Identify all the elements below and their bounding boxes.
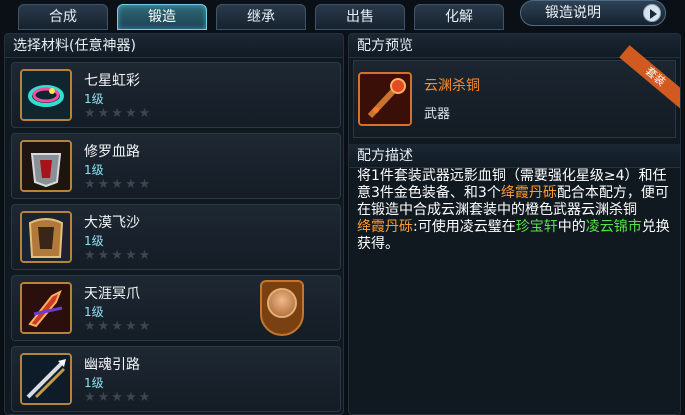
material-item[interactable]: 七星虹彩 1级 ★★★★★ xyxy=(11,62,341,128)
tab-synthesis[interactable]: 合成 xyxy=(18,4,108,30)
material-level: 1级 xyxy=(84,305,104,319)
material-name: 修罗血路 xyxy=(84,144,140,160)
recipe-desc-title: 配方描述 xyxy=(349,144,680,168)
recipe-type: 武器 xyxy=(424,107,451,122)
material-list-title: 选择材料(任意神器) xyxy=(5,34,343,58)
material-item[interactable]: 大漠飞沙 1级 ★★★★★ xyxy=(11,204,341,270)
star-rating: ★★★★★ xyxy=(84,390,153,405)
material-item[interactable]: 天涯冥爪 1级 ★★★★★ xyxy=(11,275,341,341)
material-level: 1级 xyxy=(84,92,104,106)
tab-inherit[interactable]: 继承 xyxy=(216,4,306,30)
recipe-preview-card: 云渊杀铜 武器 套装 xyxy=(353,45,680,138)
star-rating: ★★★★★ xyxy=(84,319,153,334)
mace-weapon-icon xyxy=(358,72,412,126)
recipe-name: 云渊杀铜 xyxy=(424,78,480,94)
tab-bar: 合成 锻造 继承 出售 化解 锻造说明 xyxy=(0,0,685,32)
recipe-description: 将1件套装武器远影血铜（需要强化星级≥4）和任意3件金色装备、和3个绛霞丹砾配合… xyxy=(357,168,675,253)
material-highlight: 绛霞丹砾 xyxy=(500,185,557,201)
material-level: 1级 xyxy=(84,163,104,177)
forge-help-button[interactable]: 锻造说明 xyxy=(520,0,666,26)
shop-link[interactable]: 珍宝轩 xyxy=(516,219,558,235)
cloak-icon xyxy=(20,211,72,263)
shop-link[interactable]: 凌云锦市 xyxy=(586,219,642,235)
forge-help-label: 锻造说明 xyxy=(545,5,601,21)
desc-text: 中的 xyxy=(557,219,586,235)
tab-forge[interactable]: 锻造 xyxy=(117,4,207,30)
recipe-panel: 配方预览 云渊杀铜 武器 套装 配方描述 将1件套装武器远影血铜（需要强化星级≥… xyxy=(348,33,681,415)
play-arrow-icon xyxy=(643,4,661,22)
tab-sell[interactable]: 出售 xyxy=(315,4,405,30)
spear-icon xyxy=(20,353,72,405)
material-list-panel: 选择材料(任意神器) 七星虹彩 1级 ★★★★★ 修罗血路 1级 ★★★★★ 大… xyxy=(4,33,344,415)
star-rating: ★★★★★ xyxy=(84,177,153,192)
material-item[interactable]: 幽魂引路 1级 ★★★★★ xyxy=(11,346,341,412)
material-level: 1级 xyxy=(84,376,104,390)
star-rating: ★★★★★ xyxy=(84,106,153,121)
material-item[interactable]: 修罗血路 1级 ★★★★★ xyxy=(11,133,341,199)
material-name: 大漠飞沙 xyxy=(84,215,140,231)
desc-text: :可使用凌云璧在 xyxy=(413,219,516,235)
material-highlight: 绛霞丹砾 xyxy=(357,219,413,235)
claw-weapon-icon xyxy=(20,282,72,334)
character-badge-icon xyxy=(260,280,304,336)
tab-dissolve[interactable]: 化解 xyxy=(414,4,504,30)
character-avatar xyxy=(267,288,297,318)
material-name: 七星虹彩 xyxy=(84,73,140,89)
rainbow-ring-icon xyxy=(20,69,72,121)
star-rating: ★★★★★ xyxy=(84,248,153,263)
material-level: 1级 xyxy=(84,234,104,248)
armor-icon xyxy=(20,140,72,192)
material-name: 天涯冥爪 xyxy=(84,286,140,302)
material-name: 幽魂引路 xyxy=(84,357,140,373)
